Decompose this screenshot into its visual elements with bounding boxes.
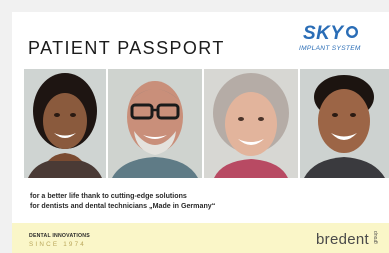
patient-passport-card: PATIENT PASSPORT SKY IMPLANT SYSTEM for … [12,12,389,253]
logo-circle-icon [345,25,358,39]
patient-photo-1 [24,69,106,178]
bredent-group-label: group [373,231,379,244]
since-label: SINCE 1974 [29,241,87,248]
logo-subtitle: IMPLANT SYSTEM [299,45,361,52]
sky-implant-logo: SKY IMPLANT SYSTEM [299,23,381,59]
tagline: for a better life thank to cutting-edge … [30,191,215,211]
bredent-logo: bredent [316,231,369,248]
footer-bar: DENTAL INNOVATIONS SINCE 1974 bredent gr… [12,223,389,253]
dental-innovations-label: DENTAL INNOVATIONS [29,233,90,239]
page-title: PATIENT PASSPORT [28,38,225,58]
tagline-line-2: for dentists and dental technicians „Mad… [30,202,216,210]
logo-wordmark: SKY [303,23,359,45]
tagline-line-1: for a better life thank to cutting-edge … [30,192,187,200]
patient-photos-strip [12,69,389,178]
patient-photo-3 [204,69,298,178]
patient-photo-2 [108,69,202,178]
patient-photo-4 [300,69,389,178]
